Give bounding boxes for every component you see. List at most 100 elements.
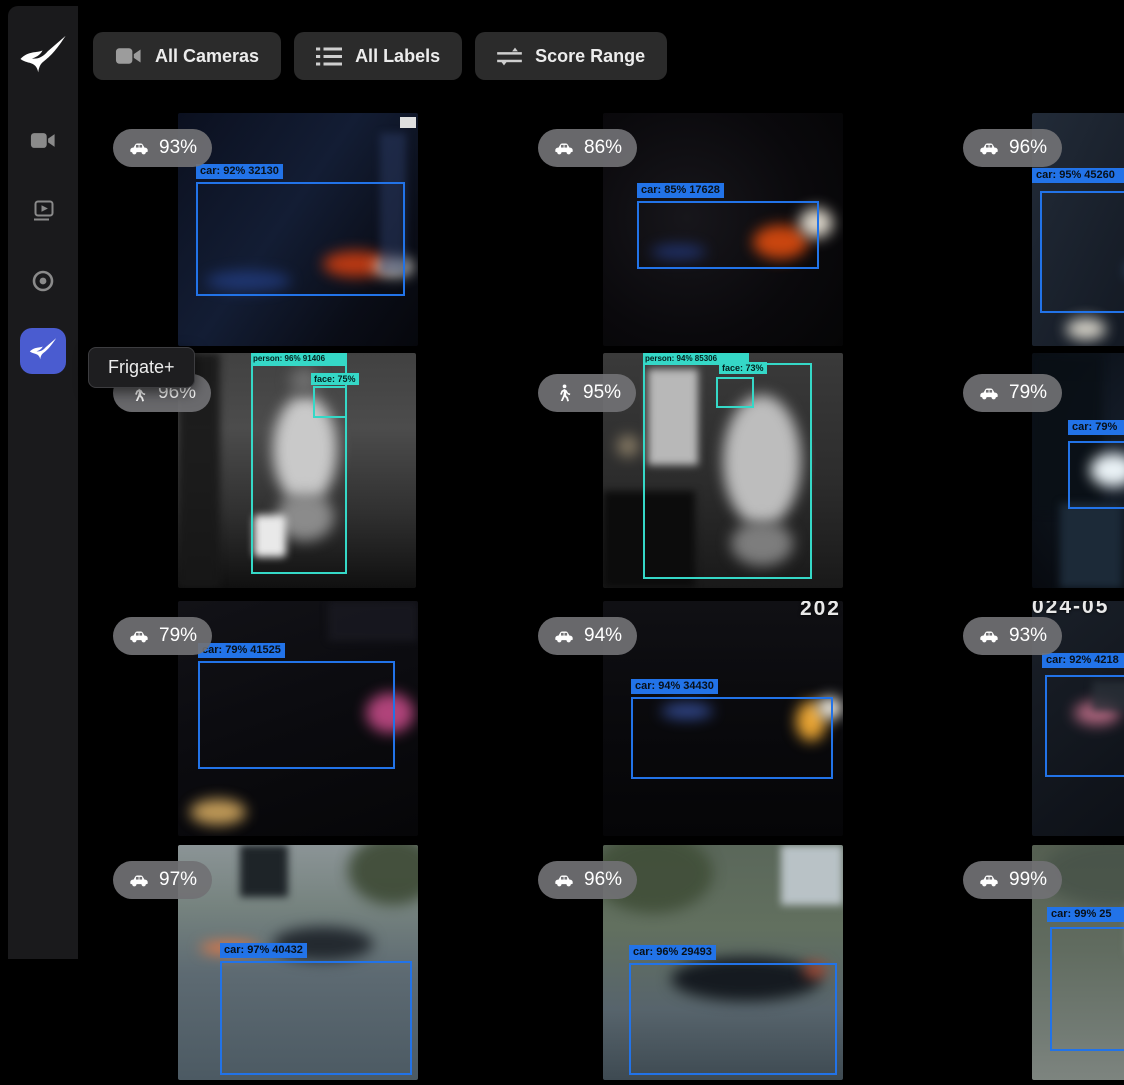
camera-filter-icon xyxy=(115,46,142,66)
frigate-plus-tooltip: Frigate+ xyxy=(88,347,195,388)
score-badge: 94% xyxy=(538,617,637,655)
all-cameras-label: All Cameras xyxy=(155,46,259,67)
record-disc-icon xyxy=(31,269,55,293)
badge-score: 95% xyxy=(583,382,621,404)
detection-cell: person: 96% 91406 face: 75% 96% xyxy=(96,353,521,593)
detection-cell: 024-05 car: 92% 4218 93% xyxy=(946,601,1124,841)
score-badge: 79% xyxy=(113,617,212,655)
detection-cell: car: 96% 29493 96% xyxy=(521,845,946,1085)
detection-thumbnail[interactable]: 202 car: 94% 34430 xyxy=(603,601,843,836)
score-range-button[interactable]: Score Range xyxy=(475,32,667,80)
detection-thumbnail[interactable]: car: 92% 32130 xyxy=(178,113,418,346)
house-shape xyxy=(781,845,843,905)
bbox-label: car: 99% 25 xyxy=(1047,907,1124,922)
bounding-box xyxy=(631,697,833,779)
badge-score: 86% xyxy=(584,137,622,159)
frigate-bird-icon xyxy=(29,337,57,365)
badge-score: 79% xyxy=(159,625,197,647)
score-badge: 93% xyxy=(113,129,212,167)
timestamp-clip xyxy=(400,117,416,128)
bounding-box xyxy=(1068,441,1124,509)
badge-score: 79% xyxy=(1009,382,1047,404)
score-range-label: Score Range xyxy=(535,46,645,67)
timestamp-fragment: 202 xyxy=(800,601,841,621)
bounding-box xyxy=(1045,675,1124,777)
bbox-label: person: 96% 91406 xyxy=(251,353,347,364)
labels-list-icon xyxy=(316,46,342,67)
person-icon xyxy=(553,383,574,404)
detection-cell: car: 92% 32130 93% xyxy=(96,113,521,353)
frigate-app: Frigate+ All Cameras All Labels Score Ra… xyxy=(0,0,1124,959)
face-bounding-box xyxy=(716,377,754,408)
building-shape xyxy=(328,601,418,641)
car-icon xyxy=(553,629,575,644)
score-badge: 96% xyxy=(538,861,637,899)
car-icon xyxy=(128,629,150,644)
car-icon xyxy=(128,141,150,156)
score-badge: 86% xyxy=(538,129,637,167)
score-badge: 95% xyxy=(538,374,636,412)
car-icon xyxy=(978,629,1000,644)
detection-thumbnail[interactable]: car: 97% 40432 xyxy=(178,845,418,1080)
detection-cell: car: 97% 40432 97% xyxy=(96,845,521,1085)
video-camera-icon xyxy=(30,131,56,150)
car-icon xyxy=(978,386,1000,401)
headlight-glow xyxy=(1066,318,1106,340)
headlight-glow xyxy=(190,799,246,825)
detection-cell: car: 79% 41525 79% xyxy=(96,601,521,841)
badge-score: 99% xyxy=(1009,869,1047,891)
car-icon xyxy=(128,873,150,888)
score-badge: 99% xyxy=(963,861,1062,899)
detection-cell: person: 94% 85306 face: 73% 95% xyxy=(521,353,946,593)
all-labels-label: All Labels xyxy=(355,46,440,67)
door-shape xyxy=(240,845,288,897)
score-badge: 97% xyxy=(113,861,212,899)
sidebar-item-live[interactable] xyxy=(20,117,66,163)
bbox-label: car: 94% 34430 xyxy=(631,679,718,694)
bounding-box xyxy=(637,201,819,269)
detection-thumbnail[interactable]: car: 79% 41525 xyxy=(178,601,418,836)
bbox-label: car: 92% 32130 xyxy=(196,164,283,179)
bin-shape xyxy=(1060,503,1122,588)
badge-score: 93% xyxy=(1009,625,1047,647)
bounding-box xyxy=(1040,191,1124,313)
detection-cell: car: 95% 45260 96% xyxy=(946,113,1124,353)
bbox-label: car: 97% 40432 xyxy=(220,943,307,958)
bounding-box xyxy=(196,182,405,296)
bounding-box xyxy=(629,963,837,1075)
foliage-shape xyxy=(348,845,418,905)
sidebar-item-frigate-plus[interactable] xyxy=(20,328,66,374)
bounding-box xyxy=(1050,927,1124,1051)
badge-score: 94% xyxy=(584,625,622,647)
score-badge: 93% xyxy=(963,617,1062,655)
detection-thumbnail[interactable]: car: 85% 17628 xyxy=(603,113,843,346)
detection-thumbnail[interactable]: person: 94% 85306 face: 73% xyxy=(603,353,843,588)
face-bounding-box xyxy=(313,386,347,418)
badge-score: 97% xyxy=(159,869,197,891)
score-badge: 96% xyxy=(963,129,1062,167)
filter-toolbar: All Cameras All Labels Score Range xyxy=(93,32,667,80)
bbox-label: car: 92% 4218 xyxy=(1042,653,1124,668)
review-icon xyxy=(31,199,55,223)
all-labels-button[interactable]: All Labels xyxy=(294,32,462,80)
face-label: face: 75% xyxy=(311,373,359,385)
lantern-glow xyxy=(617,435,639,457)
sidebar xyxy=(8,6,78,959)
car-icon xyxy=(553,141,575,156)
bbox-label: car: 85% 17628 xyxy=(637,183,724,198)
car-icon xyxy=(978,873,1000,888)
all-cameras-button[interactable]: All Cameras xyxy=(93,32,281,80)
detection-cell: car: 99% 25 99% xyxy=(946,845,1124,1085)
badge-score: 96% xyxy=(584,869,622,891)
detection-cell: car: 79% 79% xyxy=(946,353,1124,593)
badge-score: 93% xyxy=(159,137,197,159)
detection-cell: 202 car: 94% 34430 94% xyxy=(521,601,946,841)
sidebar-item-review[interactable] xyxy=(20,188,66,234)
car-icon xyxy=(978,141,1000,156)
sidebar-item-recordings[interactable] xyxy=(20,258,66,304)
car-icon xyxy=(553,873,575,888)
detection-thumbnail[interactable]: person: 96% 91406 face: 75% xyxy=(178,353,416,588)
detection-thumbnail[interactable]: car: 96% 29493 xyxy=(603,845,843,1080)
bbox-label: car: 79% xyxy=(1068,420,1124,435)
bounding-box xyxy=(220,961,412,1075)
